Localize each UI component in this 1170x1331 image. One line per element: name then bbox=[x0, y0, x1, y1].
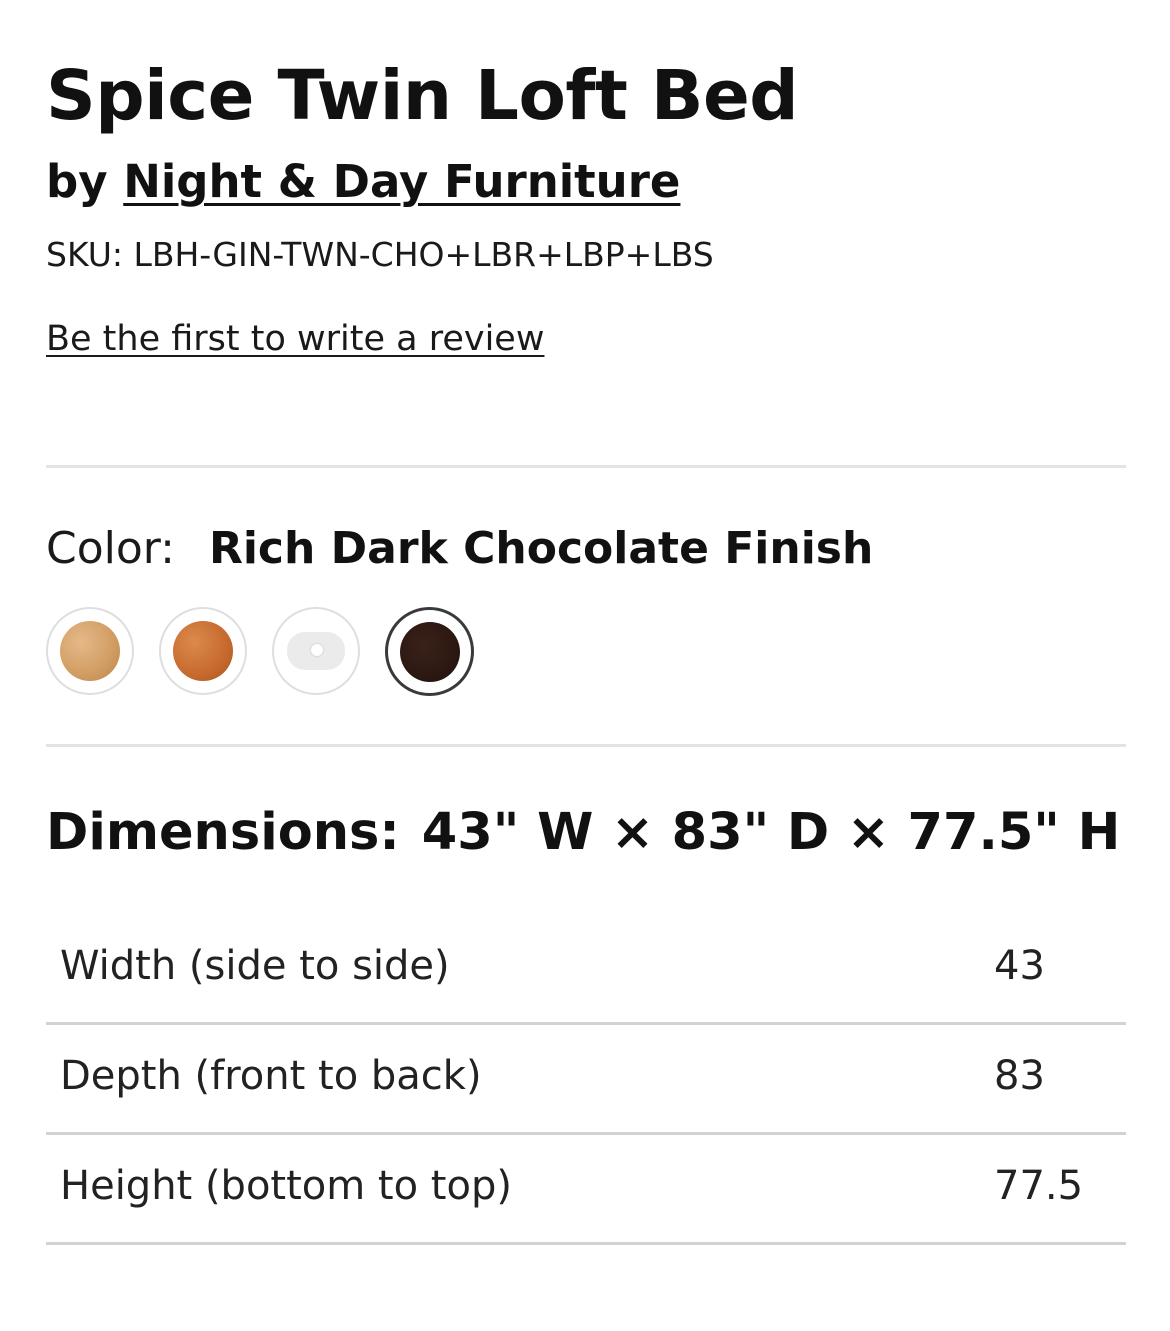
table-row: Depth (front to back) 83 bbox=[46, 1025, 1126, 1135]
natural-wood-swatch-icon bbox=[60, 621, 120, 681]
brand-byline: by Night & Day Furniture bbox=[46, 152, 680, 212]
chocolate-finish-swatch-icon bbox=[399, 621, 460, 682]
color-swatch-cherry[interactable] bbox=[159, 607, 247, 695]
dimensions-heading: Dimensions: 43" W × 83" D × 77.5" H bbox=[46, 800, 1120, 866]
product-title: Spice Twin Loft Bed bbox=[46, 56, 799, 136]
dimensions-label: Dimensions: bbox=[46, 803, 400, 862]
white-finish-swatch-icon bbox=[287, 632, 345, 670]
dimension-label-width: Width (side to side) bbox=[60, 943, 450, 989]
table-row: Height (bottom to top) 77.5 bbox=[46, 1135, 1126, 1245]
write-review-link[interactable]: Be the first to write a review bbox=[46, 316, 544, 362]
section-divider bbox=[46, 744, 1126, 747]
table-row: Width (side to side) 43 bbox=[46, 915, 1126, 1025]
dimension-value-depth: 83 bbox=[994, 1053, 1045, 1099]
color-swatch-chocolate[interactable] bbox=[385, 607, 474, 696]
section-divider bbox=[46, 465, 1126, 468]
color-swatch-white[interactable] bbox=[272, 607, 360, 695]
brand-link[interactable]: Night & Day Furniture bbox=[123, 155, 680, 208]
by-prefix: by bbox=[46, 155, 108, 208]
color-swatch-natural[interactable] bbox=[46, 607, 134, 695]
selected-color-name: Rich Dark Chocolate Finish bbox=[208, 523, 874, 574]
dimensions-table: Width (side to side) 43 Depth (front to … bbox=[46, 915, 1126, 1245]
color-selection: Color: Rich Dark Chocolate Finish bbox=[46, 520, 873, 578]
color-label: Color: bbox=[46, 523, 175, 574]
dimension-label-depth: Depth (front to back) bbox=[60, 1053, 482, 1099]
dimension-value-width: 43 bbox=[994, 943, 1045, 989]
cherry-wood-swatch-icon bbox=[173, 621, 233, 681]
dimension-value-height: 77.5 bbox=[994, 1163, 1084, 1209]
dimensions-summary: 43" W × 83" D × 77.5" H bbox=[421, 803, 1121, 862]
dimension-label-height: Height (bottom to top) bbox=[60, 1163, 512, 1209]
product-sku: SKU: LBH-GIN-TWN-CHO+LBR+LBP+LBS bbox=[46, 235, 714, 274]
color-swatch-list bbox=[46, 607, 474, 696]
